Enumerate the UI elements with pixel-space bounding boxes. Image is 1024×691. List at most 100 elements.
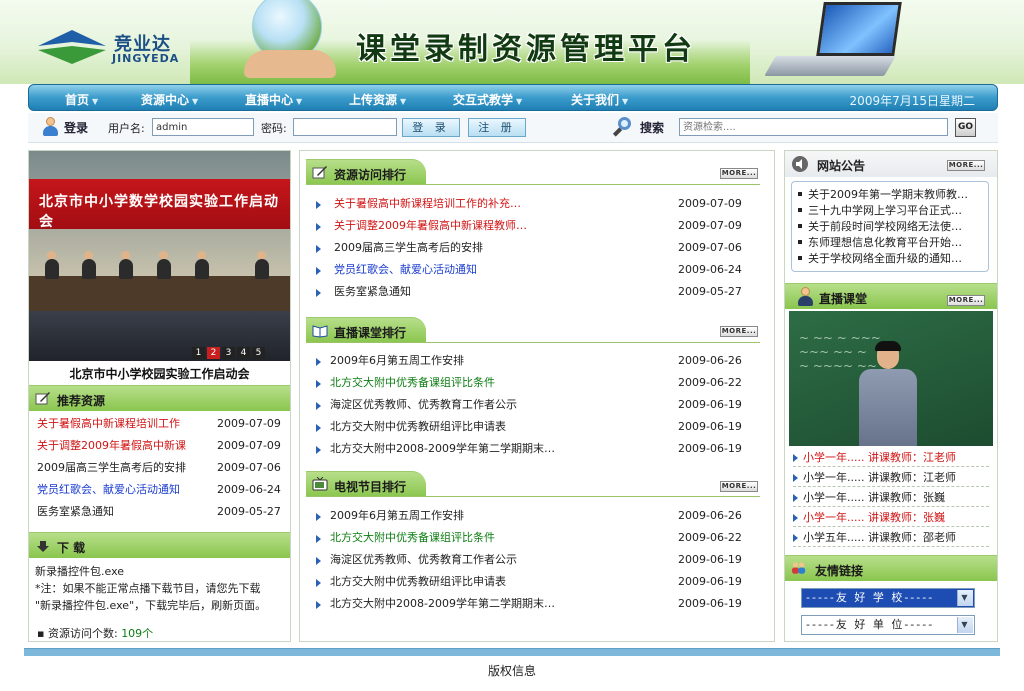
item-title[interactable]: 关于调整2009年暑假高中新课程教师… <box>334 217 664 235</box>
pager-3[interactable]: 3 <box>222 347 235 359</box>
notice-item[interactable]: 东师理想信息化教育平台开始… <box>798 235 984 250</box>
notice-item-text[interactable]: 东师理想信息化教育平台开始… <box>808 235 962 250</box>
item-title[interactable]: 关于暑假高中新课程培训工作的补充… <box>334 195 664 213</box>
tv-ranking-more-button[interactable]: MORE... <box>720 481 758 492</box>
live-class-item-text[interactable]: 小学五年..... 讲课教师：邵老师 <box>803 528 956 547</box>
live-class-item[interactable]: 小学一年..... 讲课教师：张巍 <box>793 508 989 527</box>
friendly-unit-select[interactable]: -----友 好 单 位----- ▼ <box>801 615 975 635</box>
list-item[interactable]: 2009年6月第五周工作安排 2009-06-26 <box>316 507 756 525</box>
item-title[interactable]: 2009年6月第五周工作安排 <box>330 507 660 525</box>
username-input[interactable] <box>152 118 254 136</box>
download-note-2: "新录播控件包.exe"，下载完毕后，刷新页面。 <box>35 599 267 612</box>
item-title[interactable]: 2009届高三学生高考后的安排 <box>334 239 664 257</box>
nav-item-home[interactable]: 首页 ▼ <box>65 91 98 108</box>
live-class-item-text[interactable]: 小学一年..... 讲课教师：江老师 <box>803 448 956 467</box>
list-item[interactable]: 关于暑假高中新课程培训工作的补充… 2009-07-09 <box>316 195 756 213</box>
list-item[interactable]: 关于暑假高中新课程培训工作 2009-07-09 <box>37 415 287 433</box>
list-item[interactable]: 关于调整2009年暑假高中新课程教师… 2009-07-09 <box>316 217 756 235</box>
live-class-item[interactable]: 小学五年..... 讲课教师：邵老师 <box>793 528 989 547</box>
item-title[interactable]: 北方交大附中优秀备课组评比条件 <box>330 529 660 547</box>
item-title[interactable]: 海淀区优秀教师、优秀教育工作者公示 <box>330 396 660 414</box>
ranking-more-button[interactable]: MORE... <box>720 168 758 179</box>
slideshow-photo[interactable]: 北京市中小学数学校园实验工作启动会 1 2 3 4 5 <box>29 151 290 361</box>
item-title[interactable]: 党员红歌会、献爱心活动通知 <box>37 481 205 499</box>
password-input[interactable] <box>293 118 397 136</box>
notice-item[interactable]: 三十九中学网上学习平台正式… <box>798 203 984 218</box>
item-title[interactable]: 北方交大附中2008-2009学年第二学期期末… <box>330 440 660 458</box>
live-class-item-text[interactable]: 小学一年..... 讲课教师：张巍 <box>803 488 945 507</box>
live-class-item[interactable]: 小学一年..... 讲课教师：张巍 <box>793 488 989 507</box>
item-date: 2009-06-19 <box>678 420 742 433</box>
live-class-item[interactable]: 小学一年..... 讲课教师：江老师 <box>793 468 989 487</box>
item-title[interactable]: 北方交大附中优秀教研组评比申请表 <box>330 418 660 436</box>
list-item[interactable]: 党员红歌会、献爱心活动通知 2009-06-24 <box>37 481 287 499</box>
item-title[interactable]: 2009届高三学生高考后的安排 <box>37 459 205 477</box>
notice-item-text[interactable]: 关于前段时间学校网络无法使… <box>808 219 962 234</box>
item-date: 2009-06-26 <box>678 354 742 367</box>
live-class-more-button[interactable]: MORE... <box>947 295 985 306</box>
list-item[interactable]: 海淀区优秀教师、优秀教育工作者公示 2009-06-19 <box>316 551 756 569</box>
list-item[interactable]: 医务室紧急通知 2009-05-27 <box>37 503 287 521</box>
item-title[interactable]: 海淀区优秀教师、优秀教育工作者公示 <box>330 551 660 569</box>
search-title: 搜索 <box>640 121 665 135</box>
list-item[interactable]: 2009届高三学生高考后的安排 2009-07-06 <box>37 459 287 477</box>
nav-item-interactive[interactable]: 交互式教学 ▼ <box>453 91 522 108</box>
list-item[interactable]: 医务室紧急通知 2009-05-27 <box>316 283 756 301</box>
item-title[interactable]: 医务室紧急通知 <box>334 283 664 301</box>
pager-2[interactable]: 2 <box>207 347 220 359</box>
chevron-down-icon: ▼ <box>957 617 973 633</box>
notice-more-button[interactable]: MORE... <box>947 160 985 171</box>
search-input[interactable] <box>679 118 948 136</box>
nav-item-resources[interactable]: 资源中心 ▼ <box>141 91 198 108</box>
notice-item[interactable]: 关于前段时间学校网络无法使… <box>798 219 984 234</box>
live-class-item-text[interactable]: 小学一年..... 讲课教师：张巍 <box>803 508 945 527</box>
list-item[interactable]: 2009届高三学生高考后的安排 2009-07-06 <box>316 239 756 257</box>
notice-item-text[interactable]: 三十九中学网上学习平台正式… <box>808 203 962 218</box>
item-title[interactable]: 北方交大附中优秀教研组评比申请表 <box>330 573 660 591</box>
list-item[interactable]: 北方交大附中2008-2009学年第二学期期末… 2009-06-19 <box>316 595 756 613</box>
nav-label: 交互式教学 <box>453 93 514 107</box>
tv-ranking-header: 电视节目排行 <box>306 471 426 497</box>
list-item[interactable]: 关于调整2009年暑假高中新课 2009-07-09 <box>37 437 287 455</box>
item-title[interactable]: 北方交大附中2008-2009学年第二学期期末… <box>330 595 660 613</box>
list-item[interactable]: 北方交大附中2008-2009学年第二学期期末… 2009-06-19 <box>316 440 756 458</box>
register-button[interactable]: 注 册 <box>468 118 526 137</box>
item-title[interactable]: 北方交大附中优秀备课组评比条件 <box>330 374 660 392</box>
pager-5[interactable]: 5 <box>252 347 265 359</box>
list-item[interactable]: 北方交大附中优秀教研组评比申请表 2009-06-19 <box>316 418 756 436</box>
item-title[interactable]: 党员红歌会、献爱心活动通知 <box>334 261 664 279</box>
list-item[interactable]: 海淀区优秀教师、优秀教育工作者公示 2009-06-19 <box>316 396 756 414</box>
list-item[interactable]: 党员红歌会、献爱心活动通知 2009-06-24 <box>316 261 756 279</box>
triangle-bullet-icon <box>316 223 321 231</box>
login-button[interactable]: 登 录 <box>402 118 460 137</box>
notice-item-text[interactable]: 关于2009年第一学期末教师教… <box>808 187 968 202</box>
live-ranking-more-button[interactable]: MORE... <box>720 326 758 337</box>
copyright[interactable]: 版权信息 <box>0 662 1024 679</box>
pager-1[interactable]: 1 <box>192 347 205 359</box>
list-item[interactable]: 北方交大附中优秀教研组评比申请表 2009-06-19 <box>316 573 756 591</box>
list-item[interactable]: 2009年6月第五周工作安排 2009-06-26 <box>316 352 756 370</box>
nav-item-live[interactable]: 直播中心 ▼ <box>245 91 302 108</box>
notice-item[interactable]: 关于2009年第一学期末教师教… <box>798 187 984 202</box>
nav-item-about[interactable]: 关于我们 ▼ <box>571 91 628 108</box>
pager-4[interactable]: 4 <box>237 347 250 359</box>
live-class-photo[interactable]: ~ ~~ ~ ~~~ ~~~ ~~ ~ ~ ~~~~ ~~ <box>789 311 993 446</box>
list-item[interactable]: 北方交大附中优秀备课组评比条件 2009-06-22 <box>316 374 756 392</box>
notice-item[interactable]: 关于学校网络全面升级的通知… <box>798 251 984 266</box>
download-filename[interactable]: 新录播控件包.exe <box>35 563 285 580</box>
main-nav: 首页 ▼ 资源中心 ▼ 直播中心 ▼ 上传资源 ▼ 交互式教学 ▼ 关于我们 ▼ 2009年… <box>28 84 998 111</box>
go-button[interactable]: GO <box>955 118 976 137</box>
login-title: 登录 <box>64 121 89 135</box>
item-title[interactable]: 医务室紧急通知 <box>37 503 205 521</box>
item-title[interactable]: 关于暑假高中新课程培训工作 <box>37 415 205 433</box>
nav-item-upload[interactable]: 上传资源 ▼ <box>349 91 406 108</box>
notice-item-text[interactable]: 关于学校网络全面升级的通知… <box>808 251 962 266</box>
friendly-school-select[interactable]: -----友 好 学 校----- ▼ <box>801 588 975 608</box>
live-class-item[interactable]: 小学一年..... 讲课教师：江老师 <box>793 448 989 467</box>
item-title[interactable]: 2009年6月第五周工作安排 <box>330 352 660 370</box>
list-item[interactable]: 北方交大附中优秀备课组评比条件 2009-06-22 <box>316 529 756 547</box>
chevron-down-icon: ▼ <box>192 97 199 106</box>
live-class-item-text[interactable]: 小学一年..... 讲课教师：江老师 <box>803 468 956 487</box>
item-title[interactable]: 关于调整2009年暑假高中新课 <box>37 437 205 455</box>
logo[interactable]: 竞业达 JINGYEDA <box>36 26 196 70</box>
